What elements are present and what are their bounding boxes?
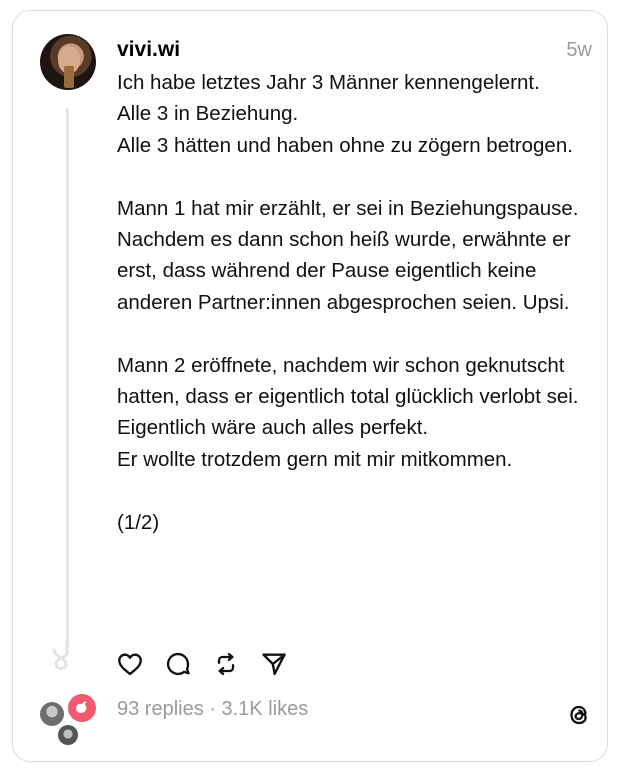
repost-button[interactable] xyxy=(212,650,240,678)
thread-loop-icon xyxy=(52,640,69,670)
repost-icon xyxy=(217,652,235,676)
post-stats[interactable]: 93 replies · 3.1K likes xyxy=(117,698,308,721)
replier-avatar[interactable] xyxy=(58,725,78,745)
post-time: 5w xyxy=(566,39,592,61)
reply-button[interactable] xyxy=(164,650,192,678)
thread-line xyxy=(66,108,69,648)
avatar[interactable] xyxy=(40,34,96,90)
send-icon xyxy=(262,653,286,676)
heart-icon xyxy=(118,653,142,676)
comment-icon xyxy=(166,652,190,675)
replier-avatar[interactable] xyxy=(40,702,64,726)
bird-icon xyxy=(76,701,87,713)
post-text: Ich habe letztes Jahr 3 Männer kennengel… xyxy=(117,71,579,534)
replier-avatar[interactable] xyxy=(66,692,98,724)
threads-logo-icon[interactable] xyxy=(564,700,594,730)
avatar-cup xyxy=(64,66,74,88)
share-button[interactable] xyxy=(260,650,288,678)
username[interactable]: vivi.wi xyxy=(117,38,180,62)
like-button[interactable] xyxy=(116,650,144,678)
